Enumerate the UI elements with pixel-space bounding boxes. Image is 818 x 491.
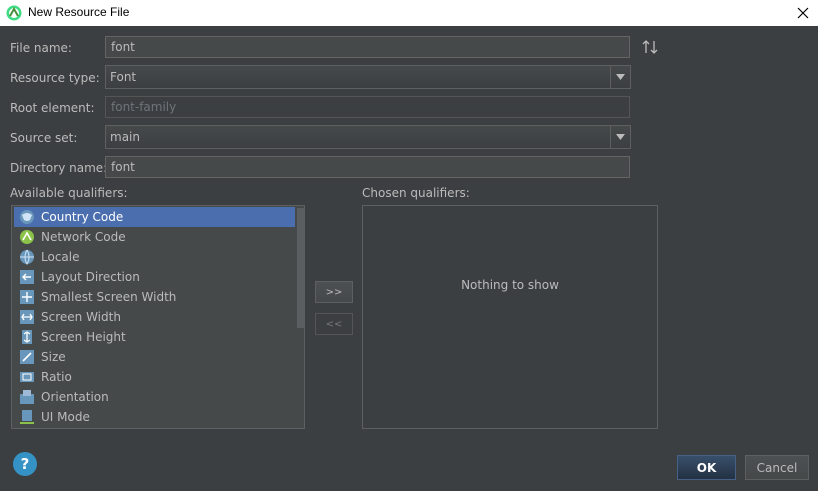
size-icon: [20, 350, 34, 364]
empty-state-text: Nothing to show: [461, 278, 559, 292]
list-item-label: Orientation: [41, 390, 109, 404]
ratio-icon: [20, 372, 34, 382]
cancel-button[interactable]: Cancel: [745, 455, 809, 480]
list-item-locale[interactable]: Locale: [14, 247, 295, 267]
network-code-icon: [20, 230, 34, 244]
list-item-label: UI Mode: [41, 410, 90, 424]
list-item-label: Screen Height: [41, 330, 126, 344]
available-qualifiers-label: Available qualifiers:: [10, 186, 128, 200]
list-item-ui-mode[interactable]: UI Mode: [14, 407, 295, 427]
list-item-smallest-screen-width[interactable]: Smallest Screen Width: [14, 287, 295, 307]
help-icon: ?: [20, 455, 30, 473]
list-item-label: Layout Direction: [41, 270, 140, 284]
list-item-label: Country Code: [41, 210, 124, 224]
list-item-label: Smallest Screen Width: [41, 290, 177, 304]
screen-height-icon: [22, 330, 32, 344]
ui-mode-icon: [20, 410, 34, 424]
root-element-input: font-family: [105, 96, 630, 118]
chevron-down-icon: [616, 74, 625, 80]
file-name-label: File name:: [10, 41, 72, 55]
close-icon[interactable]: [797, 7, 809, 19]
list-item-label: Locale: [41, 250, 80, 264]
list-item-label: Network Code: [41, 230, 126, 244]
sort-icon[interactable]: [641, 39, 659, 55]
window-title: New Resource File: [28, 5, 130, 19]
list-item-size[interactable]: Size: [14, 347, 295, 367]
scrollbar-thumb[interactable]: [297, 208, 304, 328]
list-scrollbar[interactable]: [297, 206, 304, 428]
chevron-down-icon: [616, 134, 625, 140]
dropdown-arrow[interactable]: [610, 126, 630, 148]
title-bar: New Resource File: [0, 0, 818, 26]
source-set-label: Source set:: [10, 131, 78, 145]
list-item-layout-direction[interactable]: Layout Direction: [14, 267, 295, 287]
add-qualifier-button[interactable]: >>: [315, 281, 353, 303]
available-qualifiers-list[interactable]: Country Code Network Code Locale Layout …: [11, 205, 305, 429]
dropdown-arrow[interactable]: [610, 66, 630, 88]
screen-width-icon: [20, 310, 34, 324]
list-item-ratio[interactable]: Ratio: [14, 367, 295, 387]
list-item-screen-width[interactable]: Screen Width: [14, 307, 295, 327]
resource-type-value: Font: [110, 70, 137, 84]
directory-name-input[interactable]: font: [105, 156, 630, 178]
remove-qualifier-button[interactable]: <<: [315, 313, 353, 335]
smallest-screen-width-icon: [20, 290, 34, 304]
orientation-icon: [20, 390, 34, 404]
source-set-dropdown[interactable]: main: [105, 125, 631, 149]
layout-direction-icon: [20, 270, 34, 284]
root-element-label: Root element:: [10, 101, 95, 115]
country-code-icon: [20, 210, 34, 224]
list-item-label: Screen Width: [41, 310, 121, 324]
list-item-screen-height[interactable]: Screen Height: [14, 327, 295, 347]
help-button[interactable]: ?: [13, 452, 37, 476]
file-name-input[interactable]: font: [105, 36, 630, 58]
list-item-country-code[interactable]: Country Code: [14, 207, 295, 227]
close-button[interactable]: [788, 0, 818, 26]
directory-name-label: Directory name:: [10, 161, 108, 175]
list-item-orientation[interactable]: Orientation: [14, 387, 295, 407]
chosen-qualifiers-list[interactable]: Nothing to show: [362, 205, 658, 429]
list-item-network-code[interactable]: Network Code: [14, 227, 295, 247]
resource-type-dropdown[interactable]: Font: [105, 65, 631, 89]
source-set-value: main: [110, 130, 140, 144]
resource-type-label: Resource type:: [10, 71, 100, 85]
list-item-label: Size: [41, 350, 66, 364]
ok-button[interactable]: OK: [677, 455, 736, 480]
list-item-label: Ratio: [41, 370, 72, 384]
android-studio-icon: [6, 5, 22, 21]
chosen-qualifiers-label: Chosen qualifiers:: [362, 186, 470, 200]
locale-icon: [20, 249, 34, 265]
